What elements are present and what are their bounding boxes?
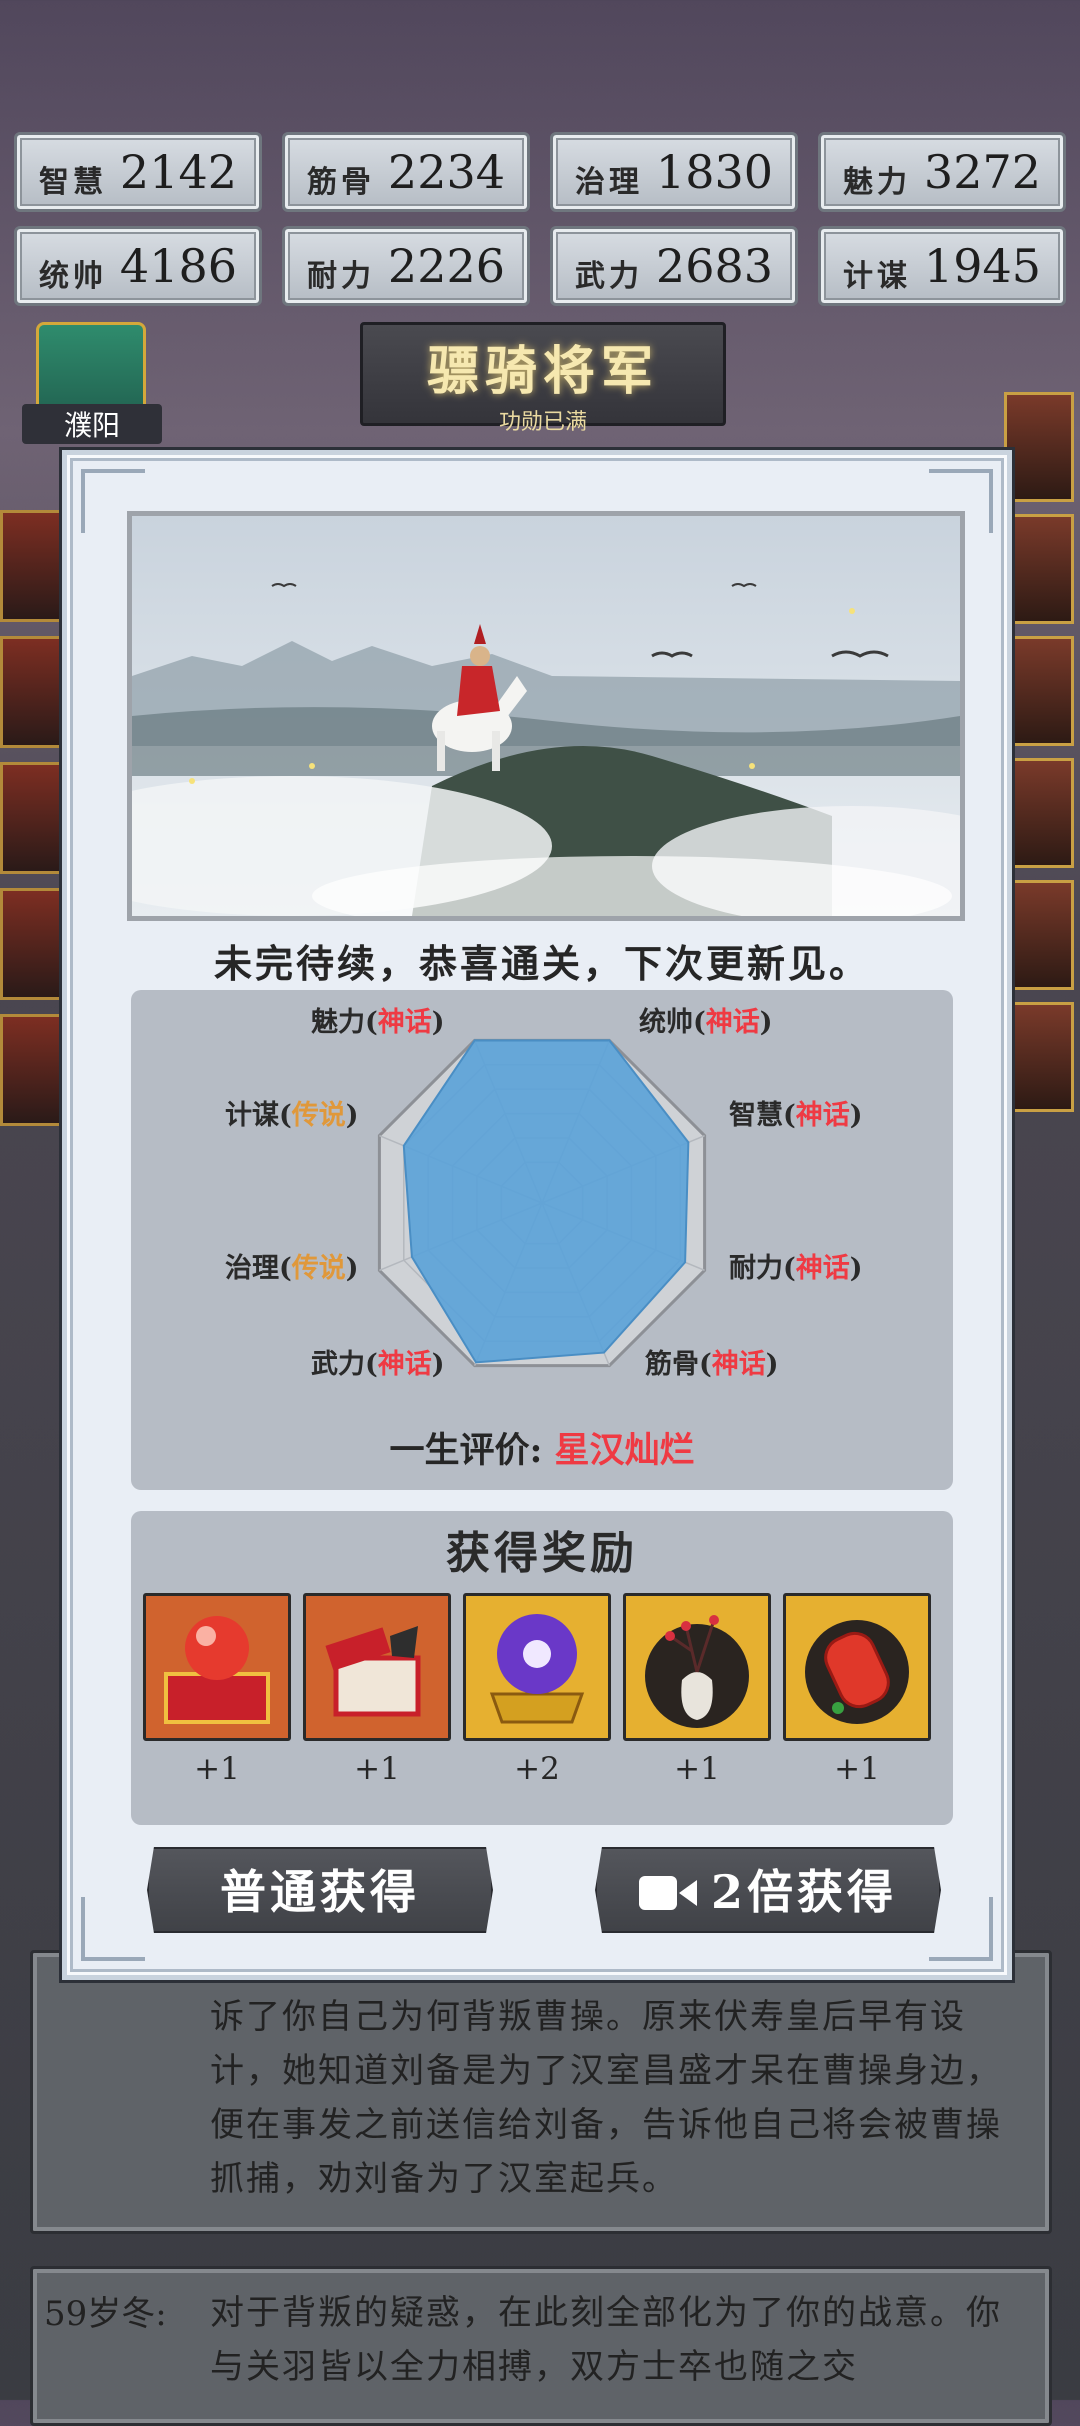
evaluation-label: 一生评价: — [389, 1430, 543, 1471]
attr-grade: 神话 — [705, 1007, 760, 1038]
attr-label-governance: 治理(传说) — [225, 1253, 359, 1284]
general-portrait[interactable] — [0, 762, 66, 874]
stat-box-endurance: 耐力 2226 — [282, 226, 530, 306]
ending-message: 未完待续，恭喜通关，下次更新见。 — [213, 941, 870, 986]
red-orb-chest-icon[interactable] — [143, 1593, 291, 1741]
story-age: 59岁冬: — [44, 2294, 167, 2334]
attr-grade: 神话 — [377, 1007, 432, 1038]
attr-label-wisdom: 智慧(神话) — [729, 1100, 863, 1131]
video-camera-icon — [638, 1853, 697, 1933]
general-portrait[interactable] — [1004, 758, 1074, 868]
normal-claim-label: 普通获得 — [220, 1865, 420, 1919]
attr-label-force: 武力(神话) — [311, 1349, 445, 1380]
attr-grade: 传说 — [291, 1100, 346, 1131]
double-claim-button[interactable]: 2倍获得 — [595, 1847, 941, 1933]
plum-vase-icon[interactable] — [623, 1593, 771, 1741]
stat-box-strategy: 计谋 1945 — [818, 226, 1066, 306]
stat-value: 2234 — [387, 145, 505, 199]
general-portrait[interactable] — [0, 1014, 66, 1126]
story-text: 诉了你自己为何背叛曹操。原来伏寿皇后早有设计，她知道刘备是为了汉室昌盛才呆在曹操… — [210, 1997, 1002, 2199]
general-portrait[interactable] — [0, 510, 66, 622]
red-lantern-icon[interactable] — [783, 1593, 931, 1741]
attr-label-charm: 魅力(神话) — [311, 1007, 445, 1038]
general-portrait[interactable] — [1004, 392, 1074, 502]
radar-chart — [377, 1038, 707, 1368]
reward-count: +1 — [834, 1751, 880, 1787]
stat-label: 计谋 — [843, 259, 911, 294]
reward-panel: 获得奖励 +1 +1 +2 +1 +1 — [131, 1511, 953, 1825]
stat-value: 2226 — [387, 239, 505, 293]
attr-grade: 神话 — [795, 1253, 850, 1284]
ending-illustration — [127, 511, 965, 921]
attr-label-command: 统帅(神话) — [639, 1007, 773, 1038]
stat-value: 1945 — [923, 239, 1041, 293]
reward-title: 获得奖励 — [446, 1528, 638, 1579]
general-portrait[interactable] — [1004, 636, 1074, 746]
stat-value: 3272 — [923, 145, 1041, 199]
stat-label: 筋骨 — [307, 165, 375, 200]
attr-grade: 神话 — [377, 1349, 432, 1380]
reward-count: +1 — [194, 1751, 240, 1787]
stat-box-force: 武力 2683 — [550, 226, 798, 306]
stat-label: 魅力 — [843, 165, 911, 200]
stat-value: 4186 — [119, 239, 237, 293]
general-portrait[interactable] — [0, 636, 66, 748]
stat-box-wisdom: 智慧 2142 — [14, 132, 262, 212]
attr-label-physique: 筋骨(神话) — [645, 1349, 779, 1380]
story-text: 对于背叛的疑惑，在此刻全部化为了你的战意。你与关羽皆以全力相搏，双方士卒也随之交 — [210, 2293, 1002, 2387]
ending-modal: 未完待续，恭喜通关，下次更新见。 统帅(神话) 智慧(神话) 耐力(神话) 筋骨… — [62, 450, 1012, 1980]
attr-name: 智慧 — [729, 1100, 783, 1131]
treasure-box-icon[interactable] — [303, 1593, 451, 1741]
attr-grade: 神话 — [711, 1349, 766, 1380]
reward-count: +1 — [354, 1751, 400, 1787]
corner-ornament — [81, 1897, 145, 1961]
attr-name: 魅力 — [311, 1007, 365, 1038]
city-name: 濮阳 — [22, 404, 162, 444]
general-portrait[interactable] — [1004, 514, 1074, 624]
rank-subtitle: 功勋已满 — [498, 410, 587, 435]
rank-plate: 骠骑将军 功勋已满 — [360, 322, 726, 435]
double-claim-label: 2倍获得 — [710, 1865, 897, 1919]
attr-label-strategy: 计谋(传说) — [225, 1100, 359, 1131]
attr-name: 治理 — [225, 1253, 279, 1284]
stat-label: 统帅 — [39, 259, 107, 294]
stat-box-command: 统帅 4186 — [14, 226, 262, 306]
attr-name: 筋骨 — [645, 1349, 699, 1380]
reward-count: +2 — [514, 1751, 560, 1787]
stat-box-governance: 治理 1830 — [550, 132, 798, 212]
stat-label: 耐力 — [307, 259, 375, 294]
left-portrait-column — [0, 510, 66, 1140]
purple-orb-icon[interactable] — [463, 1593, 611, 1741]
stat-box-charm: 魅力 3272 — [818, 132, 1066, 212]
life-evaluation: 一生评价: 星汉灿烂 — [131, 1422, 953, 1473]
stat-label: 治理 — [575, 165, 643, 200]
rank-title: 骠骑将军 — [426, 341, 659, 402]
stat-label: 武力 — [575, 259, 643, 294]
attr-name: 武力 — [311, 1349, 365, 1380]
reward-count: +1 — [674, 1751, 720, 1787]
stat-box-physique: 筋骨 2234 — [282, 132, 530, 212]
attr-grade: 神话 — [795, 1100, 850, 1131]
stat-value: 2683 — [655, 239, 773, 293]
general-portrait[interactable] — [1004, 1002, 1074, 1112]
attr-label-endurance: 耐力(神话) — [729, 1253, 863, 1284]
attr-name: 统帅 — [639, 1007, 693, 1038]
attr-grade: 传说 — [291, 1253, 346, 1284]
attribute-radar-panel: 统帅(神话) 智慧(神话) 耐力(神话) 筋骨(神话) 武力(神话) 治理(传说… — [131, 990, 953, 1490]
stat-label: 智慧 — [39, 165, 107, 200]
attr-name: 计谋 — [225, 1100, 279, 1131]
attr-name: 耐力 — [729, 1253, 783, 1284]
general-portrait[interactable] — [0, 888, 66, 1000]
corner-ornament — [929, 1897, 993, 1961]
stat-value: 1830 — [655, 145, 773, 199]
stat-value: 2142 — [119, 145, 237, 199]
evaluation-value: 星汉灿烂 — [554, 1430, 695, 1471]
normal-claim-button[interactable]: 普通获得 — [147, 1847, 493, 1933]
